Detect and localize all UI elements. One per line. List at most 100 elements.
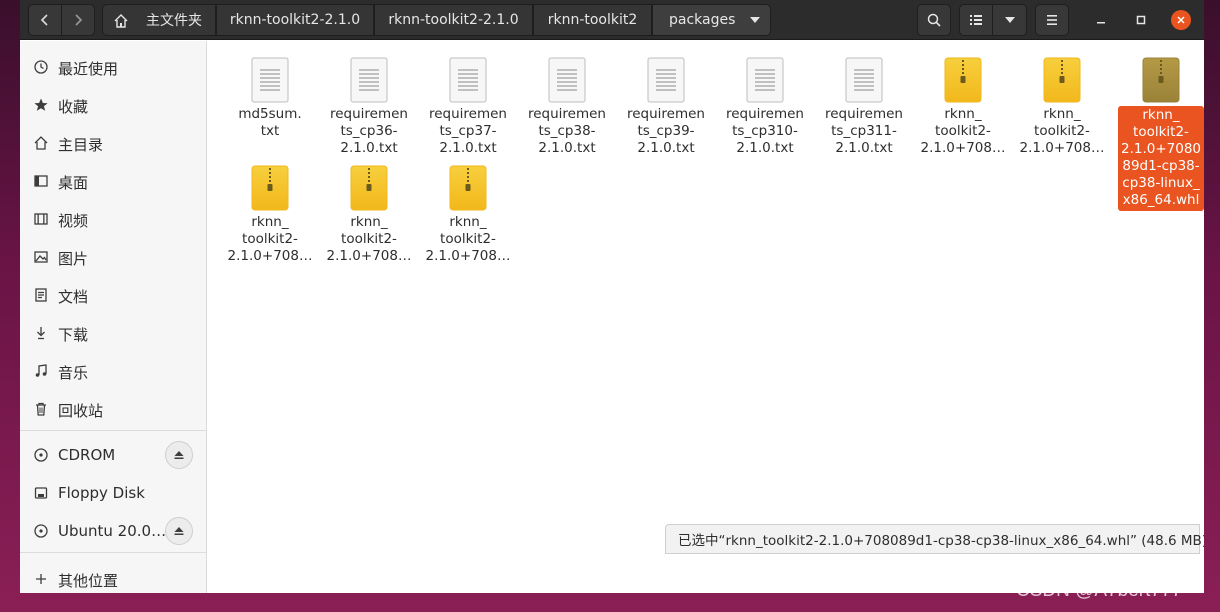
sidebar-item-recent[interactable]: 最近使用 bbox=[20, 50, 207, 84]
sidebar-item-other-locations[interactable]: 其他位置 bbox=[20, 562, 207, 593]
file-item[interactable]: requiremen ts_cp311- 2.1.0.txt bbox=[819, 48, 909, 158]
file-item[interactable]: rknn_ toolkit2- 2.1.0+708… bbox=[918, 48, 1008, 158]
file-item-selected[interactable]: rknn_ toolkit2- 2.1.0+7080 89d1-cp38- cp38-l… bbox=[1116, 48, 1204, 211]
search-button[interactable] bbox=[917, 4, 951, 36]
chevron-right-icon bbox=[75, 14, 83, 26]
sidebar-item-desktop[interactable]: 桌面 bbox=[20, 164, 207, 198]
sidebar-item-ubuntu[interactable]: Ubuntu 20.0… bbox=[20, 514, 207, 548]
file-name: rknn_ toolkit2- 2.1.0+708… bbox=[425, 214, 511, 264]
chevron-down-icon bbox=[750, 17, 760, 23]
file-item[interactable]: requiremen ts_cp38- 2.1.0.txt bbox=[522, 48, 612, 158]
archive-file-icon bbox=[449, 165, 487, 211]
sidebar-item-cdrom[interactable]: CDROM bbox=[20, 438, 207, 472]
file-name: rknn_ toolkit2- 2.1.0+7080 89d1-cp38- cp38-l… bbox=[1118, 106, 1204, 211]
sidebar-divider bbox=[20, 430, 207, 431]
sidebar-item-music[interactable]: 音乐 bbox=[20, 354, 207, 388]
sidebar-item-label: 收藏 bbox=[58, 98, 89, 116]
sidebar-divider bbox=[20, 552, 207, 553]
eject-button[interactable] bbox=[165, 441, 193, 469]
drive-icon bbox=[34, 487, 48, 499]
close-button[interactable] bbox=[1171, 10, 1191, 30]
sidebar-item-pictures[interactable]: 图片 bbox=[20, 240, 207, 274]
status-text: 已选中“rknn_toolkit2-2.1.0+708089d1-cp38-cp… bbox=[678, 533, 1204, 549]
sidebar-item-label: 文档 bbox=[58, 288, 89, 306]
watermark: CSDN @A7bert777 bbox=[1016, 580, 1183, 601]
sidebar-item-home[interactable]: 主目录 bbox=[20, 126, 207, 160]
file-name: rknn_ toolkit2- 2.1.0+708… bbox=[1019, 106, 1105, 156]
eject-button[interactable] bbox=[165, 517, 193, 545]
search-icon bbox=[927, 13, 941, 27]
file-item[interactable]: requiremen ts_cp36- 2.1.0.txt bbox=[324, 48, 414, 158]
music-icon bbox=[35, 364, 47, 377]
video-icon bbox=[34, 213, 48, 225]
breadcrumb-label: rknn-toolkit2 bbox=[547, 12, 638, 28]
sidebar-item-label: 回收站 bbox=[58, 402, 104, 420]
list-view-button[interactable] bbox=[959, 4, 993, 36]
sidebar-item-floppy[interactable]: Floppy Disk bbox=[20, 476, 207, 510]
file-item[interactable]: requiremen ts_cp39- 2.1.0.txt bbox=[621, 48, 711, 158]
close-icon bbox=[1177, 16, 1185, 24]
chevron-down-icon bbox=[1004, 17, 1015, 23]
archive-file-icon bbox=[944, 57, 982, 103]
text-file-icon bbox=[548, 57, 586, 103]
chevron-left-icon bbox=[40, 14, 48, 26]
eject-icon bbox=[174, 451, 184, 459]
forward-button[interactable] bbox=[61, 4, 95, 36]
minimize-icon bbox=[1097, 22, 1105, 24]
file-item[interactable]: requiremen ts_cp37- 2.1.0.txt bbox=[423, 48, 513, 158]
file-item[interactable]: rknn_ toolkit2- 2.1.0+708… bbox=[423, 156, 513, 266]
sidebar-item-label: 主目录 bbox=[58, 136, 104, 154]
sidebar-item-downloads[interactable]: 下载 bbox=[20, 316, 207, 350]
breadcrumb-item[interactable]: rknn-toolkit2-2.1.0 bbox=[216, 4, 374, 36]
file-name: requiremen ts_cp38- 2.1.0.txt bbox=[527, 106, 606, 156]
sidebar-item-label: 桌面 bbox=[58, 174, 89, 192]
sidebar-item-videos[interactable]: 视频 bbox=[20, 202, 207, 236]
file-name: rknn_ toolkit2- 2.1.0+708… bbox=[326, 214, 412, 264]
file-name: requiremen ts_cp311- 2.1.0.txt bbox=[824, 106, 903, 156]
text-file-icon bbox=[647, 57, 685, 103]
file-item[interactable]: requiremen ts_cp310- 2.1.0.txt bbox=[720, 48, 810, 158]
breadcrumb-home[interactable]: 主文件夹 bbox=[102, 4, 216, 36]
sidebar-item-label: 图片 bbox=[58, 250, 89, 268]
back-button[interactable] bbox=[28, 4, 62, 36]
text-file-icon bbox=[449, 57, 487, 103]
file-name: requiremen ts_cp310- 2.1.0.txt bbox=[725, 106, 804, 156]
file-name: requiremen ts_cp37- 2.1.0.txt bbox=[428, 106, 507, 156]
download-icon bbox=[37, 327, 45, 340]
file-name: requiremen ts_cp36- 2.1.0.txt bbox=[329, 106, 408, 156]
disc-icon bbox=[34, 524, 48, 538]
maximize-button[interactable] bbox=[1131, 10, 1151, 30]
home-icon bbox=[114, 14, 128, 28]
sidebar: 最近使用 收藏 主目录 桌面 视频 图片 文档 下载 音乐 回收站 CDROM … bbox=[20, 41, 207, 593]
file-item[interactable]: rknn_ toolkit2- 2.1.0+708… bbox=[1017, 48, 1107, 158]
sidebar-item-starred[interactable]: 收藏 bbox=[20, 88, 207, 122]
breadcrumb-item[interactable]: rknn-toolkit2-2.1.0 bbox=[374, 4, 533, 36]
document-icon bbox=[35, 288, 47, 302]
text-file-icon bbox=[746, 57, 784, 103]
clock-icon bbox=[34, 60, 48, 74]
file-manager-window: 主文件夹 rknn-toolkit2-2.1.0 rknn-toolkit2-2… bbox=[20, 0, 1204, 593]
picture-icon bbox=[34, 251, 48, 263]
text-file-icon bbox=[845, 57, 883, 103]
file-name: requiremen ts_cp39- 2.1.0.txt bbox=[626, 106, 705, 156]
file-item[interactable]: md5sum. txt bbox=[225, 48, 315, 158]
archive-file-icon bbox=[1142, 57, 1180, 103]
maximize-icon bbox=[1136, 15, 1146, 25]
sidebar-item-label: 视频 bbox=[58, 212, 89, 230]
minimize-button[interactable] bbox=[1091, 10, 1111, 30]
breadcrumb-label: packages bbox=[669, 12, 736, 28]
text-file-icon bbox=[350, 57, 388, 103]
sidebar-item-documents[interactable]: 文档 bbox=[20, 278, 207, 312]
breadcrumb-item[interactable]: rknn-toolkit2 bbox=[533, 4, 652, 36]
view-options-button[interactable] bbox=[992, 4, 1027, 36]
file-item[interactable]: rknn_ toolkit2- 2.1.0+708… bbox=[324, 156, 414, 266]
breadcrumb-current[interactable]: packages bbox=[652, 4, 771, 36]
sidebar-item-trash[interactable]: 回收站 bbox=[20, 392, 207, 426]
breadcrumb-label: rknn-toolkit2-2.1.0 bbox=[229, 12, 361, 28]
file-item[interactable]: rknn_ toolkit2- 2.1.0+708… bbox=[225, 156, 315, 266]
archive-file-icon bbox=[350, 165, 388, 211]
star-icon bbox=[34, 98, 48, 111]
menu-button[interactable] bbox=[1035, 4, 1069, 36]
disc-icon bbox=[34, 448, 48, 462]
list-view-icon bbox=[970, 15, 982, 25]
